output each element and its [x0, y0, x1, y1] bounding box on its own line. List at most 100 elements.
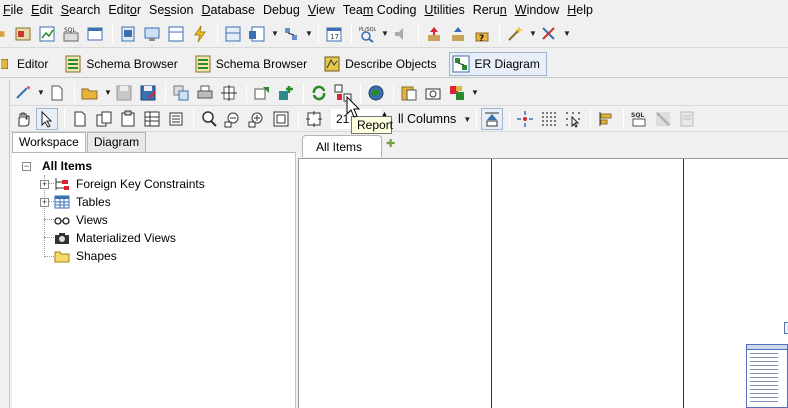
snap-grid-icon[interactable]	[562, 108, 584, 130]
refresh-icon[interactable]	[308, 82, 330, 104]
copy-image-icon[interactable]	[170, 82, 192, 104]
tree-item-views[interactable]: Views	[54, 211, 108, 229]
print-icon[interactable]	[194, 82, 216, 104]
align-left-icon[interactable]	[595, 108, 617, 130]
save-as-icon[interactable]	[137, 82, 159, 104]
menu-rerun[interactable]: Rerun	[465, 3, 507, 17]
document-tab-all-items[interactable]: All Items	[302, 135, 382, 157]
dropdown-arrow-icon[interactable]: ▼	[528, 29, 538, 38]
window-tab-er-diagram[interactable]: ER Diagram	[449, 51, 547, 76]
lightning-icon[interactable]	[189, 23, 211, 45]
tree-root-all-items[interactable]: All Items	[42, 157, 92, 175]
filter-window-icon[interactable]	[246, 23, 268, 45]
new-document-icon[interactable]	[46, 82, 68, 104]
zoom-icon[interactable]	[198, 108, 220, 130]
diagram-table-fragment[interactable]	[784, 322, 788, 334]
disabled-tools-icon[interactable]	[652, 108, 674, 130]
dropdown-arrow-icon[interactable]: ▼	[36, 88, 46, 97]
dropdown-arrow-icon[interactable]: ▼	[470, 88, 480, 97]
snapshot-icon[interactable]	[422, 82, 444, 104]
tree-item-shapes[interactable]: Shapes	[54, 247, 117, 265]
wand-icon[interactable]	[504, 23, 526, 45]
schema-objects-icon[interactable]	[165, 23, 187, 45]
export-icon[interactable]	[251, 82, 273, 104]
grid-dots-icon[interactable]	[538, 108, 560, 130]
disabled-document-icon[interactable]	[676, 108, 698, 130]
network-icon[interactable]	[280, 23, 302, 45]
window-icon[interactable]	[84, 23, 106, 45]
help-lock-icon[interactable]: ?	[471, 23, 493, 45]
window-tab-schema-browser-2[interactable]: Schema Browser	[191, 52, 314, 76]
menu-session[interactable]: Session	[141, 3, 193, 17]
copy-sheets-icon[interactable]	[93, 108, 115, 130]
align-top-icon[interactable]	[481, 108, 504, 130]
multi-object-icon[interactable]	[446, 82, 468, 104]
expand-icon[interactable]: +	[40, 198, 49, 207]
menu-search[interactable]: Search	[53, 3, 101, 17]
zoom-out-icon[interactable]	[222, 108, 244, 130]
hand-pan-icon[interactable]	[12, 108, 34, 130]
open-folder-icon[interactable]	[79, 82, 101, 104]
sql-script-icon[interactable]: SQL	[628, 108, 650, 130]
page-setup-icon[interactable]	[218, 82, 240, 104]
dropdown-arrow-icon[interactable]: ▼	[103, 88, 113, 97]
tools-icon[interactable]	[538, 23, 560, 45]
monitor-icon[interactable]	[141, 23, 163, 45]
clipboard-copy-icon[interactable]	[398, 82, 420, 104]
tree-item-label: Shapes	[76, 249, 117, 263]
menu-help[interactable]: Help	[559, 3, 593, 17]
expand-icon[interactable]: +	[40, 180, 49, 189]
chart-icon[interactable]	[36, 23, 58, 45]
menu-window[interactable]: Window	[507, 3, 559, 17]
menu-utilities[interactable]: Utilities	[416, 3, 464, 17]
add-related-icon[interactable]	[275, 82, 297, 104]
diagram-canvas[interactable]	[298, 158, 788, 408]
connect-icon[interactable]	[0, 23, 10, 45]
collapse-icon[interactable]: −	[22, 162, 31, 171]
sql-icon[interactable]: SQL	[60, 23, 82, 45]
plsql-search-icon[interactable]: PL/SQL	[356, 23, 378, 45]
tree-item-materialized-views[interactable]: Materialized Views	[54, 229, 176, 247]
tab-workspace[interactable]: Workspace	[12, 132, 86, 152]
tab-diagram[interactable]: Diagram	[86, 132, 147, 152]
menu-file[interactable]: File	[0, 3, 23, 17]
menu-view[interactable]: View	[300, 3, 335, 17]
tree-item-tables[interactable]: Tables	[54, 193, 111, 211]
download-icon[interactable]	[423, 23, 445, 45]
columns-dropdown-arrow-icon[interactable]: ▼	[462, 115, 472, 124]
dropdown-arrow-icon[interactable]: ▼	[562, 29, 572, 38]
document-blue-icon[interactable]	[117, 23, 139, 45]
window-tab-describe-objects[interactable]: Describe Objects	[320, 52, 443, 76]
grid-window-icon[interactable]	[222, 23, 244, 45]
zoom-fit-icon[interactable]	[270, 108, 292, 130]
window-tab-editor[interactable]: Editor	[0, 52, 55, 76]
upload-icon[interactable]	[447, 23, 469, 45]
pointer-select-icon[interactable]	[36, 108, 58, 130]
menu-database[interactable]: Database	[193, 3, 255, 17]
calendar-icon[interactable]: 17	[323, 23, 345, 45]
auto-layout-icon[interactable]	[514, 108, 536, 130]
new-sheet-icon[interactable]	[69, 108, 91, 130]
menu-editor[interactable]: Editor	[100, 3, 141, 17]
speaker-icon[interactable]	[390, 23, 412, 45]
dropdown-arrow-icon[interactable]: ▼	[270, 29, 280, 38]
fit-page-icon[interactable]	[303, 108, 325, 130]
table-grid-icon[interactable]	[141, 108, 163, 130]
report-globe-icon[interactable]	[365, 82, 387, 104]
paste-sheets-icon[interactable]	[117, 108, 139, 130]
window-tab-schema-browser-1[interactable]: Schema Browser	[61, 52, 184, 76]
add-table-icon[interactable]	[12, 82, 34, 104]
dropdown-arrow-icon[interactable]: ▼	[304, 29, 314, 38]
menu-team-coding[interactable]: Team Coding	[335, 3, 417, 17]
menu-debug[interactable]: Debug	[255, 3, 300, 17]
tree-item-foreign-key-constraints[interactable]: Foreign Key Constraints	[54, 175, 205, 193]
diagram-table-entity[interactable]	[746, 344, 788, 408]
save-icon[interactable]	[113, 82, 135, 104]
dropdown-arrow-icon[interactable]: ▼	[380, 29, 390, 38]
menu-edit[interactable]: Edit	[23, 3, 53, 17]
zoom-in-icon[interactable]	[246, 108, 268, 130]
session-icon[interactable]	[12, 23, 34, 45]
columns-combo[interactable]: ll Columns	[398, 112, 456, 126]
add-tab-plus-icon[interactable]: ✚	[386, 139, 398, 151]
list-lines-icon[interactable]	[165, 108, 187, 130]
